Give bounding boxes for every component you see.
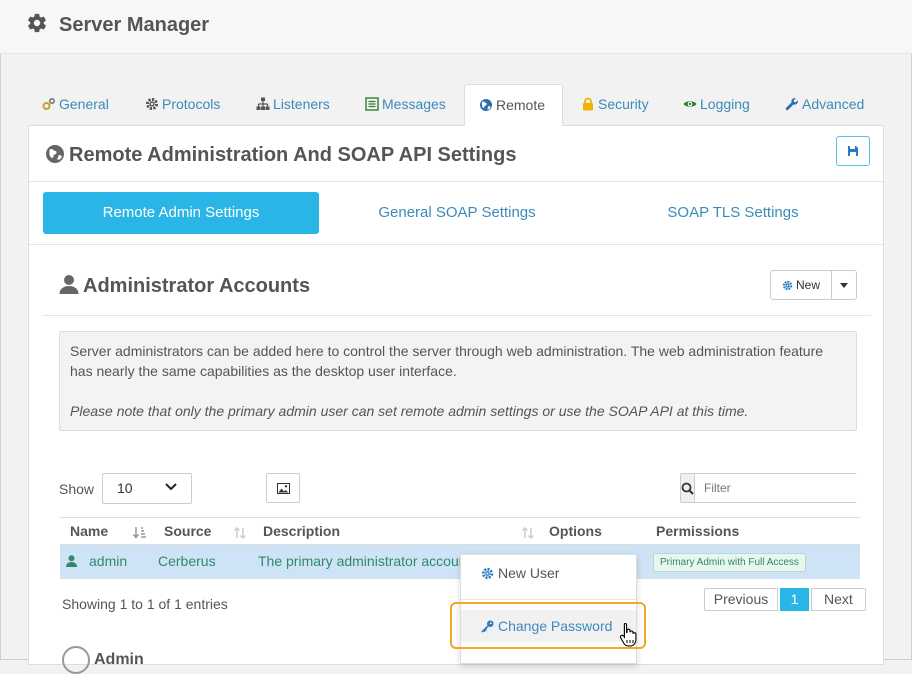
list-icon (365, 97, 379, 111)
tab-label: Security (598, 96, 649, 112)
tab-messages[interactable]: Messages (351, 84, 460, 126)
tab-advanced[interactable]: Advanced (771, 84, 878, 126)
menu-item-change-password[interactable]: Change Password (461, 610, 636, 642)
menu-item-label: Change Password (498, 618, 613, 634)
section-title-text: Administrator Accounts (83, 275, 311, 297)
column-header-source[interactable]: Source (164, 523, 211, 539)
cogs-icon (42, 97, 56, 110)
divider (29, 181, 883, 182)
avatar (62, 646, 90, 674)
menu-divider (461, 599, 636, 600)
tab-label: Listeners (273, 96, 330, 112)
save-button[interactable] (836, 136, 870, 166)
eye-icon (683, 101, 697, 107)
page-title-text: Remote Administration And SOAP API Setti… (69, 144, 517, 166)
next-page-button[interactable]: Next (811, 588, 866, 611)
column-header-options: Options (549, 523, 602, 539)
image-toggle-button[interactable] (266, 473, 300, 503)
info-note: Please note that only the primary admin … (70, 403, 749, 419)
tab-general[interactable]: General (28, 84, 123, 126)
subtab-general-soap-settings[interactable]: General SOAP Settings (319, 192, 595, 234)
gear-icon (481, 567, 494, 580)
user-icon (66, 555, 77, 567)
tab-protocols[interactable]: Protocols (131, 84, 234, 126)
settings-panel: Remote Administration And SOAP API Setti… (28, 125, 884, 674)
table-header: Name Source Description Options Permissi… (60, 517, 860, 545)
caret-down-icon[interactable] (832, 271, 856, 299)
info-box: Server administrators can be added here … (59, 331, 857, 431)
new-dropdown-button[interactable]: New (770, 270, 857, 300)
lock-icon (583, 97, 593, 111)
cell-description: The primary administrator account (258, 553, 471, 569)
chevron-down-icon (165, 483, 177, 491)
image-icon (276, 482, 290, 494)
pagination: Previous 1 Next (704, 588, 866, 611)
key-icon (481, 620, 494, 633)
tab-label: Protocols (162, 96, 221, 112)
page-1-button[interactable]: 1 (780, 588, 809, 611)
gear-icon (782, 280, 793, 290)
app-header: Server Manager (0, 0, 912, 54)
wrench-icon (785, 98, 798, 111)
hand-cursor-icon (619, 622, 637, 647)
previous-page-button[interactable]: Previous (704, 588, 778, 611)
gear-icon (28, 13, 46, 33)
menu-item-label: New User (498, 565, 560, 581)
cell-source: Cerberus (158, 553, 216, 569)
tab-listeners[interactable]: Listeners (242, 84, 344, 126)
floppy-disk-icon (848, 146, 858, 156)
user-icon (59, 275, 79, 294)
tab-label: Logging (700, 96, 750, 112)
page-size-value: 10 (117, 480, 133, 496)
gear-icon (146, 98, 158, 110)
new-button-label: New (795, 278, 820, 292)
filter-input[interactable] (695, 474, 868, 502)
menu-item-new-user[interactable]: New User (461, 557, 636, 589)
divider (43, 315, 871, 316)
cell-name[interactable]: admin (89, 553, 127, 569)
new-button[interactable]: New (771, 271, 832, 299)
tab-label: General (59, 96, 109, 112)
page-size-select[interactable]: 10 (102, 473, 192, 504)
divider (29, 244, 883, 245)
globe-icon (480, 99, 492, 111)
section-title: Administrator Accounts (59, 274, 310, 298)
sort-icon (233, 527, 247, 539)
app-title: Server Manager (59, 14, 210, 36)
permissions-badge: Primary Admin with Full Access (653, 553, 806, 572)
tab-label: Remote (496, 97, 546, 113)
admin-detail-heading: Admin (62, 646, 144, 674)
sort-icon (521, 527, 535, 539)
column-header-permissions: Permissions (656, 523, 740, 539)
tab-label: Advanced (802, 96, 865, 112)
search-icon (681, 474, 695, 502)
entries-info: Showing 1 to 1 of 1 entries (62, 596, 228, 612)
page-title: Remote Administration And SOAP API Setti… (45, 144, 516, 167)
info-text: Server administrators can be added here … (70, 343, 824, 379)
filter-group (680, 473, 868, 503)
subtab-remote-admin-settings[interactable]: Remote Admin Settings (43, 192, 319, 234)
main-tabs: General Protocols Listeners Messages Rem… (28, 84, 884, 126)
sub-tabs: Remote Admin Settings General SOAP Setti… (43, 192, 871, 234)
globe-icon (46, 145, 64, 163)
tab-label: Messages (382, 96, 446, 112)
column-header-name[interactable]: Name (70, 523, 108, 539)
tab-logging[interactable]: Logging (669, 84, 764, 126)
subtab-soap-tls-settings[interactable]: SOAP TLS Settings (595, 192, 871, 234)
sitemap-icon (256, 97, 270, 110)
sort-asc-icon (133, 527, 146, 539)
options-menu: New User Change Password (460, 554, 637, 664)
tab-remote[interactable]: Remote (464, 84, 563, 126)
tab-security[interactable]: Security (567, 84, 663, 126)
show-label: Show (59, 481, 95, 497)
column-header-description[interactable]: Description (263, 523, 340, 539)
